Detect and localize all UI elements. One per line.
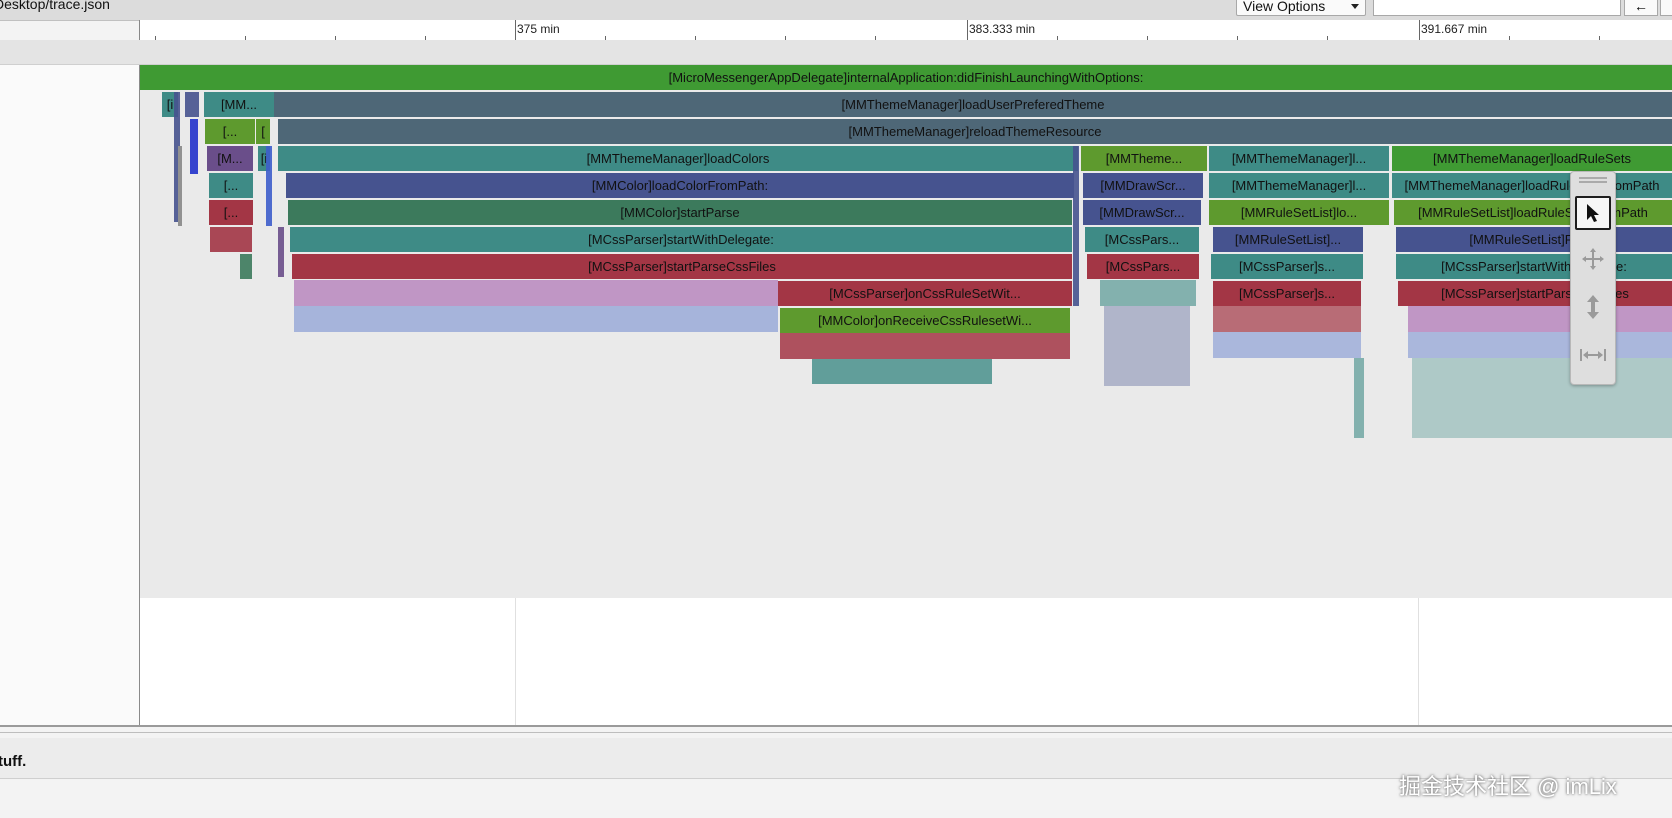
slice[interactable]: [i [258,146,270,171]
panel-separator[interactable] [0,725,1672,727]
slice[interactable]: [MMThemeManager]reloadThemeResource [278,119,1672,144]
slice[interactable]: [MMRuleSetList]Parse [1396,227,1672,252]
pan-tool-icon[interactable] [1575,242,1611,276]
slice[interactable]: [MMThemeManager]loadRuleSets [1392,146,1672,171]
ruler-major-tick [1419,20,1420,40]
time-ruler: 375 min 383.333 min 391.667 min [139,20,1672,40]
slice[interactable]: [MM... [204,92,274,117]
ruler-label-375: 375 min [517,22,560,36]
zoom-tool-icon[interactable] [1575,290,1611,324]
slice[interactable]: [MCssParser]startParseCssFiles [1398,281,1672,306]
analysis-panel-label: tuff. [0,753,27,770]
slice[interactable]: [MMRuleSetList]loadRuleSetsFromPath [1394,200,1672,225]
slice[interactable]: [MMThemeManager]l... [1209,173,1389,198]
panel-separator-inner [0,732,1672,733]
top-bar: Desktop/trace.json View Options ← [0,0,1672,21]
slice[interactable]: [MMThemeManager]loadColors [278,146,1078,171]
trace-file-title: Desktop/trace.json [0,0,110,12]
slice[interactable]: [MCssParser]startWithDelegate: [290,227,1072,252]
caret-down-icon [1351,4,1359,9]
track-label-panel [0,65,140,725]
grip-line [1579,177,1607,179]
slice[interactable]: [MMDrawScr... [1083,200,1201,225]
ruler-major-tick [967,20,968,40]
gridline [1418,598,1419,725]
slice[interactable]: [MCssPars... [1085,227,1199,252]
slice[interactable]: [MCssParser]startParseCssFiles [292,254,1072,279]
gridline [515,598,516,725]
nav-next-button[interactable] [1660,0,1672,16]
slice[interactable]: [MMColor]onReceiveCssRulesetWi... [780,308,1070,333]
slice[interactable]: [MMDrawScr... [1083,173,1203,198]
slice[interactable]: [MCssParser]s... [1211,254,1363,279]
slice-root[interactable]: [MicroMessengerAppDelegate]internalAppli… [140,65,1672,90]
slice[interactable]: [MMRuleSetList]... [1213,227,1363,252]
slice[interactable]: [M... [207,146,253,171]
slice[interactable]: [... [209,200,253,225]
slice[interactable]: [MCssParser]onCssRuleSetWit... [778,281,1072,306]
slice[interactable]: [ [256,119,270,144]
view-options-button[interactable]: View Options [1236,0,1366,16]
ruler-label-383: 383.333 min [969,22,1036,36]
ruler-label-391: 391.667 min [1421,22,1488,36]
ruler-major-tick [515,20,516,40]
slice[interactable]: [MMThemeManager]loadUserPreferedTheme [274,92,1672,117]
pointer-tool-icon[interactable] [1575,196,1611,230]
slice[interactable]: [MCssParser]startWithDelegate: [1396,254,1672,279]
slice[interactable]: [MMThemeManager]loadRuleSetsFromPath [1392,173,1672,198]
slice[interactable]: [MCssParser]s... [1213,281,1361,306]
timing-tool-icon[interactable] [1575,338,1611,372]
slice[interactable]: [... [205,119,255,144]
slice[interactable]: [MMColor]loadColorFromPath: [286,173,1074,198]
search-input[interactable] [1373,0,1621,16]
slice[interactable]: [MMTheme... [1081,146,1207,171]
slice[interactable]: [... [209,173,253,198]
view-options-label: View Options [1243,0,1326,14]
slice[interactable]: [MMColor]startParse [288,200,1072,225]
empty-track-area [140,598,1672,725]
slice[interactable]: [i [162,92,178,117]
slice[interactable]: [MMThemeManager]l... [1209,146,1389,171]
grip-line [1579,181,1607,183]
slice[interactable]: [MCssPars... [1087,254,1199,279]
nav-prev-button[interactable]: ← [1624,0,1658,16]
overview-track[interactable] [0,40,1672,65]
tool-palette [1570,171,1616,385]
slice[interactable]: [MMRuleSetList]lo... [1209,200,1389,225]
watermark: 掘金技术社区 @ imLix [1399,774,1617,799]
